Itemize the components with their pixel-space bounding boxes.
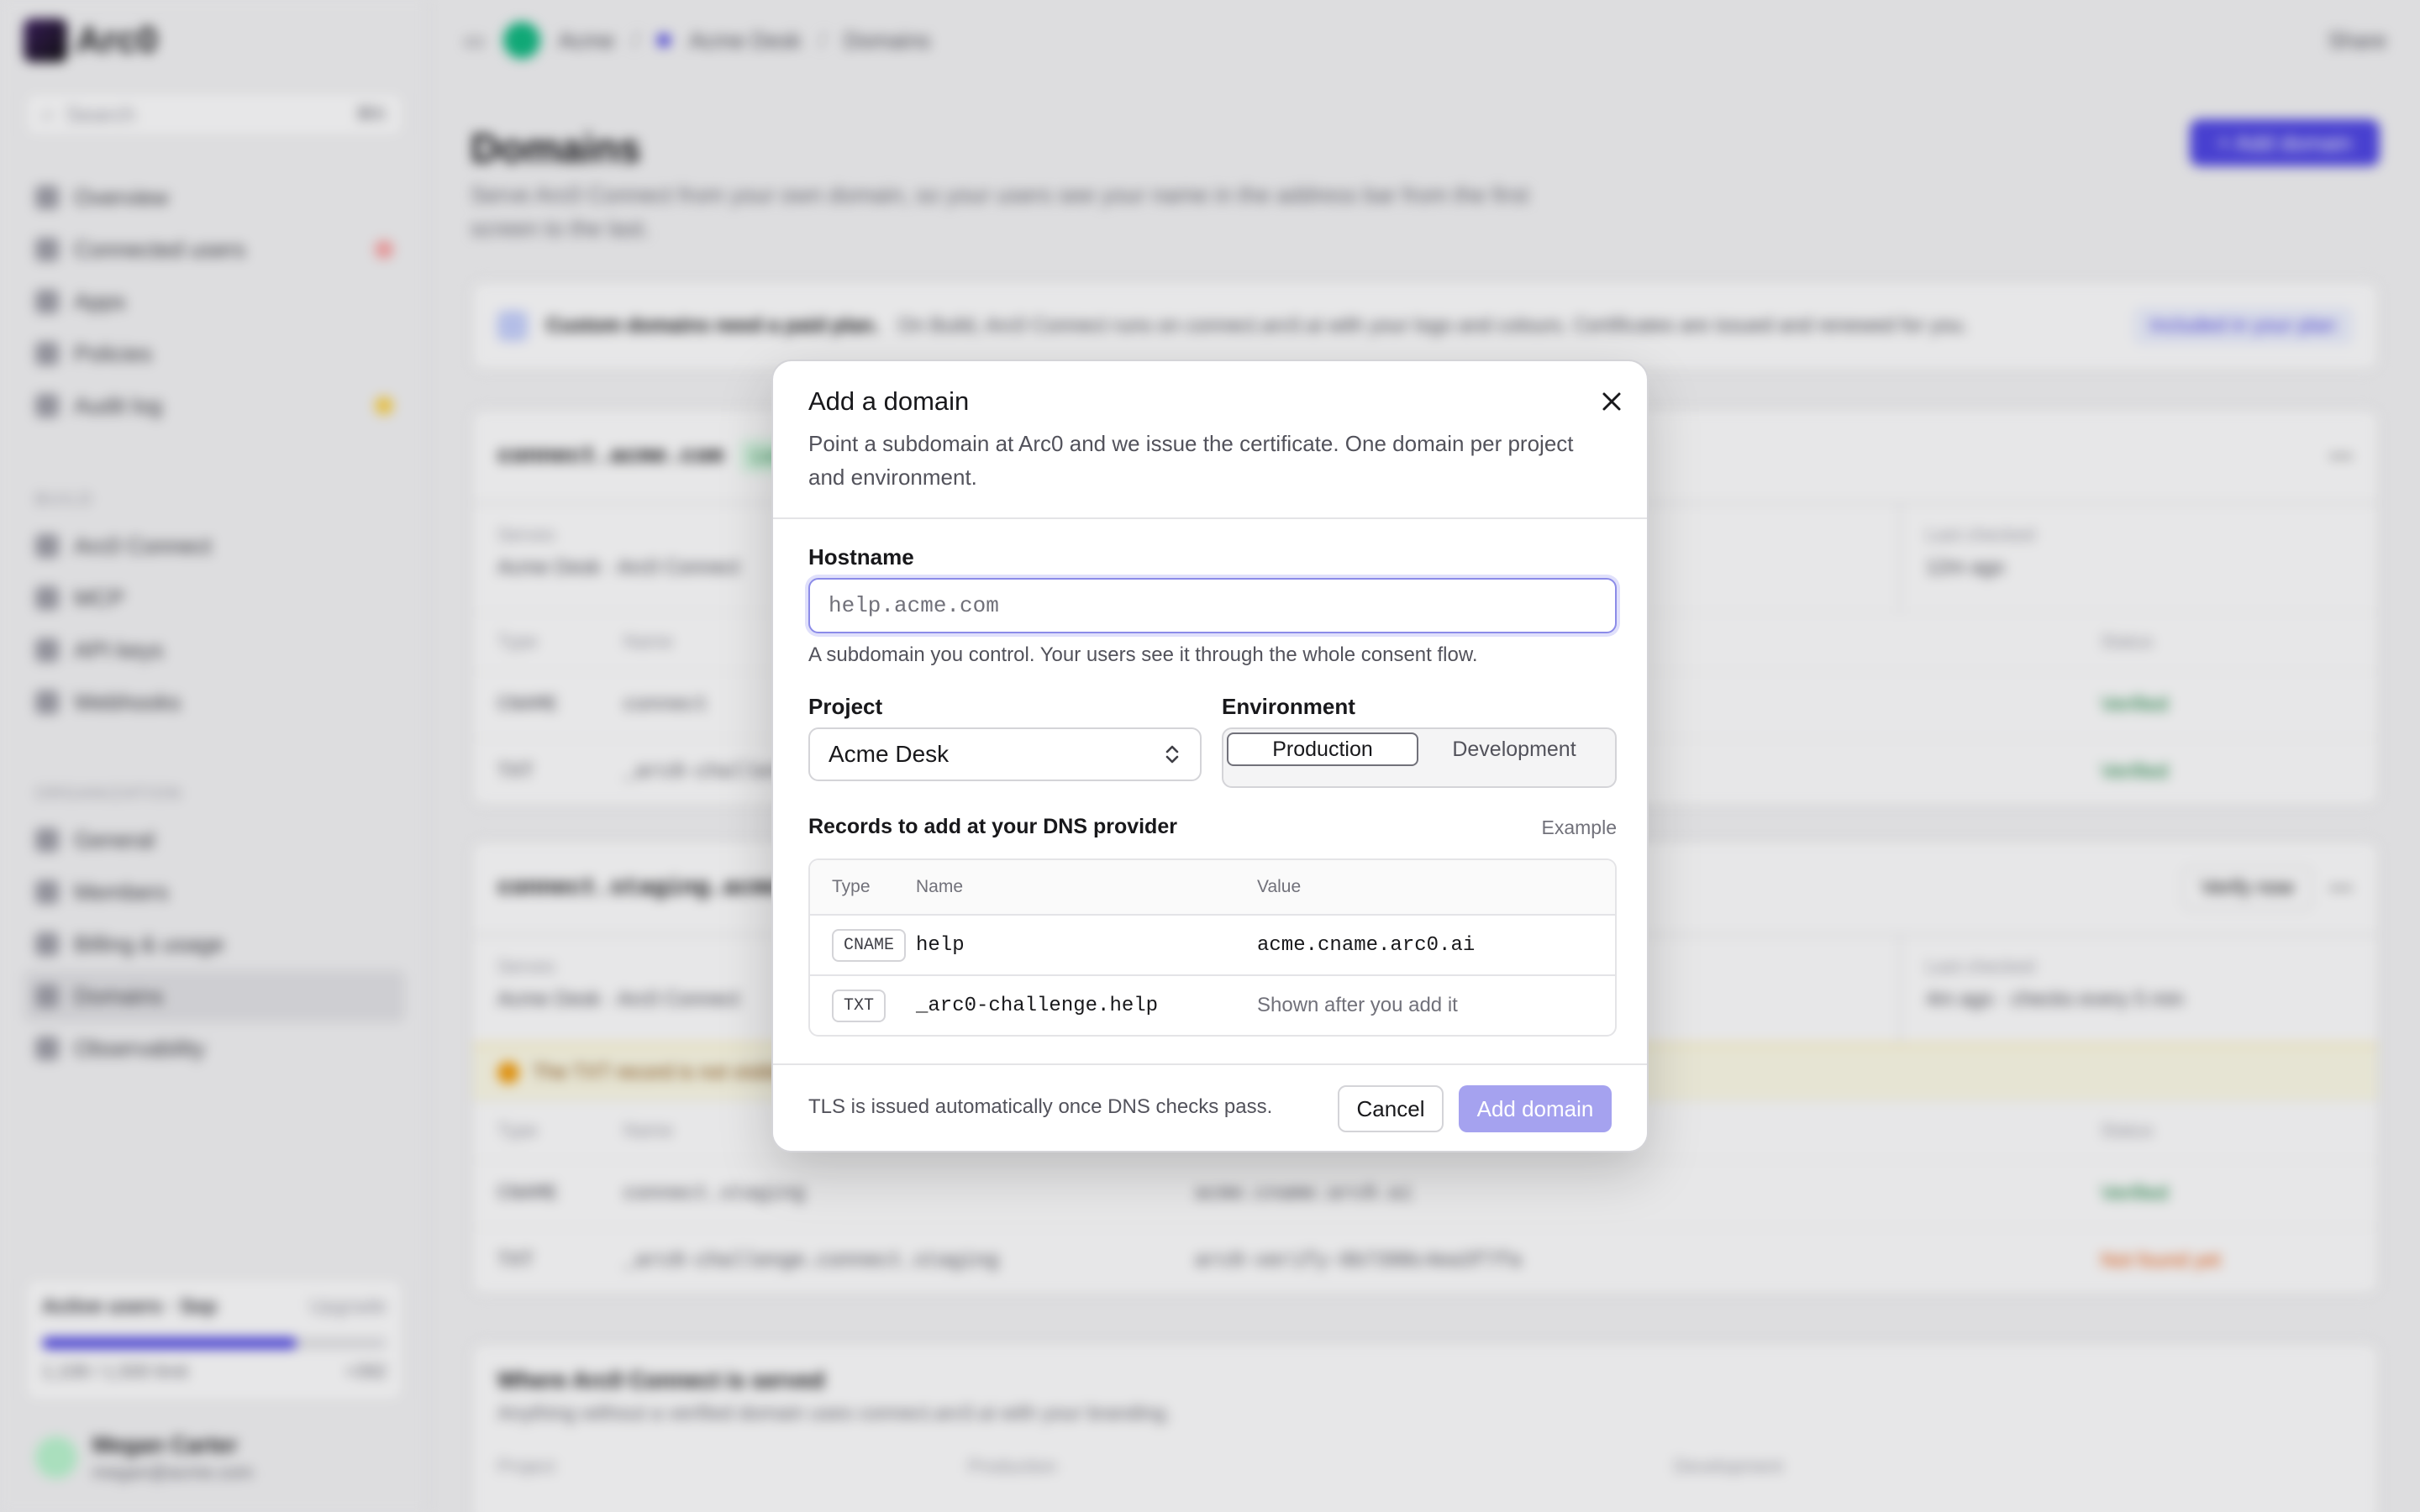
close-button[interactable] (1595, 385, 1628, 418)
column-header-type: Type (832, 877, 871, 896)
table-row: TXT _arc0-challenge.help Shown after you… (810, 974, 1615, 1035)
table-header: Type Name Value (810, 860, 1615, 914)
environment-option-development[interactable]: Development (1418, 732, 1610, 766)
cancel-button[interactable]: Cancel (1338, 1085, 1444, 1132)
hostname-help: A subdomain you control. Your users see … (808, 643, 1478, 666)
column-header-name: Name (916, 877, 964, 896)
records-heading: Records to add at your DNS provider (808, 815, 1177, 838)
tls-note: TLS is issued automatically once DNS che… (808, 1095, 1273, 1118)
project-select[interactable]: Acme Desk (808, 727, 1202, 781)
record-value: Shown after you add it (1257, 994, 1458, 1016)
environment-label: Environment (1222, 694, 1355, 719)
project-label: Project (808, 694, 883, 719)
project-selected-value: Acme Desk (829, 741, 950, 767)
hostname-label: Hostname (808, 544, 914, 570)
dialog-title: Add a domain (808, 386, 970, 416)
table-row: CNAME help acme.cname.arc0.ai (810, 914, 1615, 974)
record-type-chip: TXT (832, 989, 886, 1022)
record-value: acme.cname.arc0.ai (1257, 933, 1476, 957)
record-name: help (916, 933, 965, 957)
dialog-header: Add a domain Point a subdomain at Arc0 a… (773, 361, 1647, 519)
environment-option-production[interactable]: Production (1227, 732, 1418, 766)
dialog-footer: TLS is issued automatically once DNS che… (773, 1063, 1647, 1151)
record-type-cell: CNAME (810, 928, 907, 962)
records-example-label: Example (1541, 816, 1617, 838)
hostname-input[interactable] (808, 578, 1617, 633)
record-name: _arc0-challenge.help (916, 994, 1159, 1017)
column-header-value: Value (1257, 877, 1302, 896)
add-domain-dialog: Add a domain Point a subdomain at Arc0 a… (771, 360, 1649, 1152)
record-type-chip: CNAME (832, 928, 907, 962)
dns-records-table: Type Name Value CNAME help acme.cname.ar… (808, 858, 1617, 1037)
chevron-up-down-icon (1165, 745, 1179, 764)
environment-toggle: Production Development (1222, 727, 1617, 788)
record-type-cell: TXT (810, 989, 904, 1022)
add-domain-submit-button[interactable]: Add domain (1459, 1085, 1612, 1132)
close-icon (1602, 392, 1621, 411)
dialog-description: Point a subdomain at Arc0 and we issue t… (808, 431, 1574, 490)
